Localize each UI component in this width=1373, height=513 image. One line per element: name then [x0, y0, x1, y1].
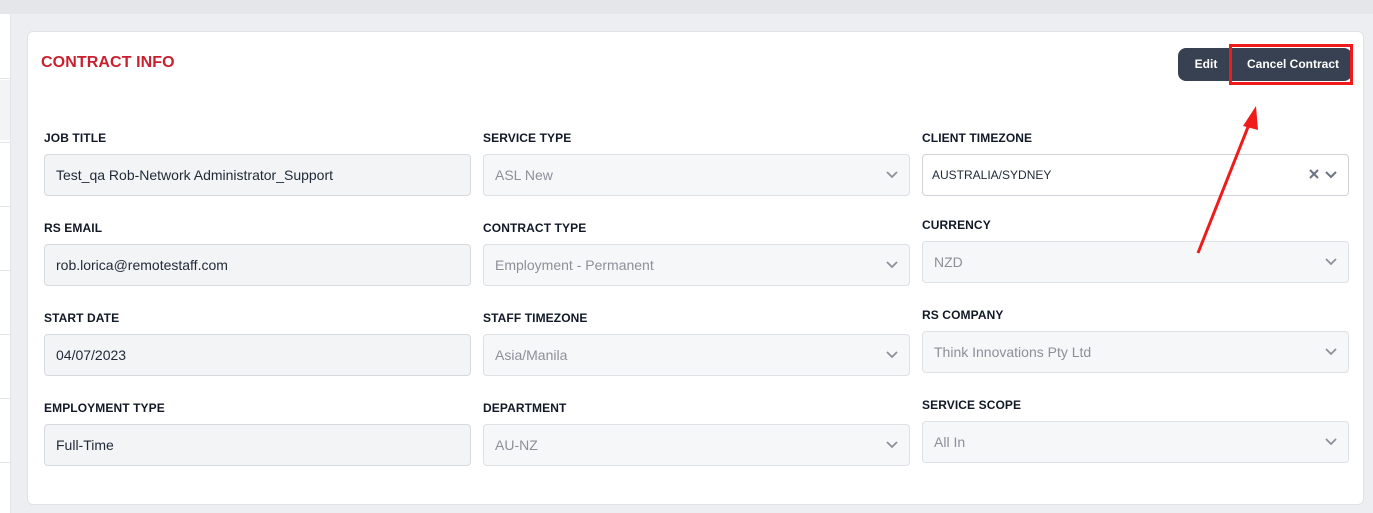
chevron-down-icon [1325, 348, 1337, 356]
employment-type-label: EMPLOYMENT TYPE [44, 401, 165, 415]
card-title: CONTRACT INFO [41, 54, 175, 71]
chevron-down-icon [886, 441, 898, 449]
sidebar-divider [0, 334, 10, 335]
service-scope-label: SERVICE SCOPE [922, 398, 1022, 412]
edit-button[interactable]: Edit [1178, 48, 1234, 81]
service-type-label: SERVICE TYPE [483, 131, 572, 145]
chevron-down-icon [886, 351, 898, 359]
contract-type-value: Employment - Permanent [495, 257, 654, 273]
rs-company-label: RS COMPANY [922, 308, 1004, 322]
start-date-label: START DATE [44, 311, 120, 325]
sidebar-divider [0, 462, 10, 463]
sidebar-divider [0, 206, 10, 207]
client-timezone-label: CLIENT TIMEZONE [922, 131, 1033, 145]
currency-value: NZD [934, 254, 963, 270]
currency-select[interactable]: NZD [922, 241, 1349, 283]
client-timezone-value: AUSTRALIA/SYDNEY [932, 168, 1052, 182]
sidebar-divider [0, 398, 10, 399]
service-type-select[interactable]: ASL New [483, 154, 910, 196]
currency-label: CURRENCY [922, 218, 991, 232]
employment-type-field[interactable]: Full-Time [44, 424, 471, 466]
department-value: AU-NZ [495, 437, 538, 453]
rs-email-label: RS EMAIL [44, 221, 103, 235]
contract-type-select[interactable]: Employment - Permanent [483, 244, 910, 286]
left-sidebar-edge [0, 14, 11, 513]
chevron-down-icon [1325, 258, 1337, 266]
job-title-field[interactable]: Test_qa Rob-Network Administrator_Suppor… [44, 154, 471, 196]
contract-type-label: CONTRACT TYPE [483, 221, 587, 235]
sidebar-divider [0, 78, 10, 79]
start-date-field[interactable]: 04/07/2023 [44, 334, 471, 376]
staff-timezone-select[interactable]: Asia/Manila [483, 334, 910, 376]
sidebar-active-row [0, 80, 10, 140]
rs-company-value: Think Innovations Pty Ltd [934, 344, 1092, 360]
department-label: DEPARTMENT [483, 401, 567, 415]
service-scope-select[interactable]: All In [922, 421, 1349, 463]
chevron-down-icon [886, 171, 898, 179]
chevron-down-icon [1325, 171, 1337, 179]
contract-info-card: CONTRACT INFO Edit Cancel Contract JOB T… [27, 31, 1364, 505]
rs-company-select[interactable]: Think Innovations Pty Ltd [922, 331, 1349, 373]
service-type-value: ASL New [495, 167, 553, 183]
staff-timezone-label: STAFF TIMEZONE [483, 311, 588, 325]
chevron-down-icon [886, 261, 898, 269]
job-title-label: JOB TITLE [44, 131, 107, 145]
clear-x-icon[interactable] [1308, 168, 1320, 180]
top-bar [0, 0, 1373, 14]
rs-email-field[interactable]: rob.lorica@remotestaff.com [44, 244, 471, 286]
department-select[interactable]: AU-NZ [483, 424, 910, 466]
service-scope-value: All In [934, 434, 966, 450]
sidebar-divider [0, 270, 10, 271]
staff-timezone-value: Asia/Manila [495, 347, 568, 363]
chevron-down-icon [1325, 438, 1337, 446]
cancel-contract-button[interactable]: Cancel Contract [1234, 48, 1352, 81]
client-timezone-select[interactable]: AUSTRALIA/SYDNEY [922, 154, 1349, 196]
sidebar-divider [0, 142, 10, 143]
